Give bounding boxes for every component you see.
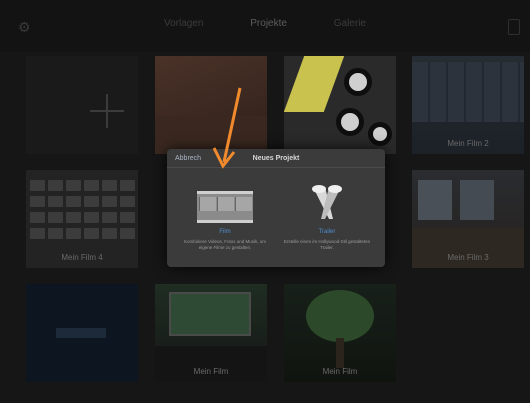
thumbnail-audience bbox=[155, 346, 267, 382]
thumbnail-key bbox=[66, 180, 81, 191]
thumbnail-key bbox=[48, 180, 63, 191]
spotlights-graphic bbox=[312, 185, 342, 219]
thumbnail-ring bbox=[368, 122, 392, 146]
thumbnail-key bbox=[102, 196, 117, 207]
thumbnail-trunk bbox=[336, 338, 344, 368]
thumbnail-key bbox=[30, 180, 45, 191]
project-title: Mein Film 3 bbox=[447, 253, 489, 262]
thumbnail-key bbox=[66, 196, 81, 207]
movie-option-description: Kombiniere Videos, Fotos und Musik, um e… bbox=[184, 239, 266, 250]
thumbnail-pattern bbox=[412, 62, 524, 122]
add-project-tile[interactable] bbox=[26, 56, 138, 154]
tab-templates[interactable]: Vorlagen bbox=[164, 18, 203, 29]
thumbnail-shape bbox=[284, 56, 345, 112]
movie-option-label: Film bbox=[219, 229, 231, 235]
film-frame bbox=[235, 197, 252, 211]
spotlight-head-right bbox=[328, 185, 342, 193]
thumbnail-shape bbox=[56, 328, 106, 338]
arrow-shaft bbox=[222, 87, 242, 163]
thumbnail-key bbox=[102, 180, 117, 191]
project-tile[interactable]: Mein Film bbox=[155, 284, 267, 382]
thumbnail-treetop bbox=[306, 290, 374, 342]
thumbnail-key bbox=[84, 180, 99, 191]
project-title: Mein Film 4 bbox=[61, 253, 103, 262]
film-strip bbox=[197, 191, 253, 223]
annotation-arrow-icon bbox=[212, 87, 242, 169]
film-frame bbox=[199, 197, 216, 211]
project-tile[interactable]: Mein Film 3 bbox=[412, 170, 524, 268]
project-tile[interactable]: Mein Film 2 bbox=[412, 56, 524, 154]
tab-gallery[interactable]: Galerie bbox=[334, 18, 366, 29]
project-title: Mein Film 2 bbox=[447, 139, 489, 148]
project-title: Mein Film bbox=[322, 367, 358, 376]
project-tile[interactable] bbox=[26, 284, 138, 382]
spotlight-head-left bbox=[312, 185, 326, 193]
tab-projects[interactable]: Projekte bbox=[250, 18, 287, 29]
tab-bar: Vorlagen Projekte Galerie bbox=[0, 18, 530, 29]
movie-option[interactable]: Film Kombiniere Videos, Fotos und Musik,… bbox=[175, 175, 275, 261]
thumbnail-key bbox=[120, 180, 135, 191]
share-icon[interactable] bbox=[508, 19, 520, 35]
thumbnail-key bbox=[30, 228, 45, 239]
thumbnail-key bbox=[66, 228, 81, 239]
trailer-option[interactable]: Trailer Erstelle einen im Hollywood-Stil… bbox=[277, 175, 377, 261]
thumbnail-key bbox=[84, 228, 99, 239]
thumbnail-key bbox=[120, 212, 135, 223]
screen: ⚙ Vorlagen Projekte Galerie Mein Film 2 bbox=[0, 0, 530, 403]
project-tile[interactable]: Mein Film 4 bbox=[26, 170, 138, 268]
project-tile[interactable] bbox=[284, 56, 396, 154]
film-strip-icon bbox=[197, 185, 253, 223]
thumbnail-key bbox=[102, 228, 117, 239]
thumbnail-floor bbox=[412, 228, 524, 268]
project-title: Mein Film bbox=[193, 367, 229, 376]
new-project-dialog: Neues Projekt Abbrech Film Kombiniere Vi… bbox=[167, 149, 385, 267]
thumbnail-key bbox=[48, 228, 63, 239]
project-tile[interactable]: Mein Film bbox=[284, 284, 396, 382]
trailer-option-label: Trailer bbox=[318, 229, 336, 235]
top-bar: ⚙ Vorlagen Projekte Galerie bbox=[0, 0, 530, 52]
dialog-divider bbox=[167, 167, 385, 168]
trailer-option-description: Erstelle einen im Hollywood-Stil gestalt… bbox=[283, 239, 371, 250]
thumbnail-key bbox=[102, 212, 117, 223]
thumbnail-window bbox=[418, 180, 452, 220]
thumbnail-ring bbox=[344, 68, 372, 96]
thumbnail-key bbox=[84, 196, 99, 207]
thumbnail-key bbox=[84, 212, 99, 223]
thumbnail-board bbox=[169, 292, 251, 336]
thumbnail-key bbox=[120, 228, 135, 239]
thumbnail-key bbox=[30, 196, 45, 207]
thumbnail-key bbox=[66, 212, 81, 223]
cancel-button[interactable]: Abbrech bbox=[175, 155, 201, 162]
plus-icon bbox=[90, 94, 124, 128]
thumbnail-key bbox=[30, 212, 45, 223]
thumbnail-ring bbox=[336, 108, 364, 136]
thumbnail-key bbox=[48, 196, 63, 207]
thumbnail-key bbox=[120, 196, 135, 207]
thumbnail-window bbox=[460, 180, 494, 220]
spotlights-icon bbox=[299, 185, 355, 219]
thumbnail-key bbox=[48, 212, 63, 223]
film-frame bbox=[217, 197, 234, 211]
